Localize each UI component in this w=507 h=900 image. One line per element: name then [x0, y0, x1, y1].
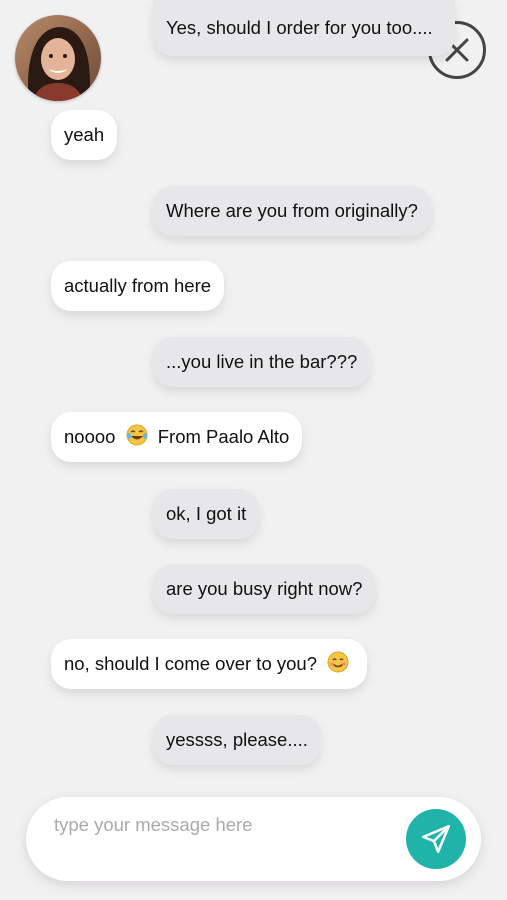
tears-of-joy-emoji — [126, 424, 148, 446]
message-text: Where are you from originally? — [166, 200, 418, 221]
message-sent: ...you live in the bar??? — [153, 337, 371, 387]
message-text: ...you live in the bar??? — [166, 351, 358, 372]
message-sent: are you busy right now? — [153, 564, 376, 614]
message-text: are you busy right now? — [166, 578, 363, 599]
blushing-smile-emoji — [327, 651, 349, 673]
message-text: From Paalo Alto — [157, 426, 290, 447]
send-paper-plane-icon — [421, 824, 451, 854]
message-received: noooo From Paalo Alto — [51, 412, 303, 462]
chat-screen: Yes, should I order for you too.... yeah… — [0, 0, 507, 900]
message-text: ok, I got it — [166, 503, 247, 524]
message-text: no, should I come over to you? — [64, 653, 317, 674]
message-text: Yes, should I order for you too.... — [166, 17, 433, 38]
message-sent: Where are you from originally? — [153, 186, 431, 236]
woman-portrait-avatar — [15, 15, 101, 101]
message-composer — [26, 797, 481, 881]
message-sent: Yes, should I order for you too.... — [153, 0, 455, 56]
message-sent: yessss, please.... — [153, 715, 321, 765]
contact-avatar[interactable] — [15, 15, 101, 101]
message-received: actually from here — [51, 261, 225, 311]
message-text: actually from here — [64, 275, 212, 296]
message-text: yessss, please.... — [166, 729, 308, 750]
message-received: no, should I come over to you? — [51, 639, 368, 689]
message-text: noooo — [64, 426, 116, 447]
message-sent: ok, I got it — [153, 489, 260, 539]
message-text: yeah — [64, 124, 105, 145]
message-input[interactable] — [52, 809, 396, 841]
send-button[interactable] — [406, 809, 466, 869]
message-received: yeah — [51, 110, 118, 160]
